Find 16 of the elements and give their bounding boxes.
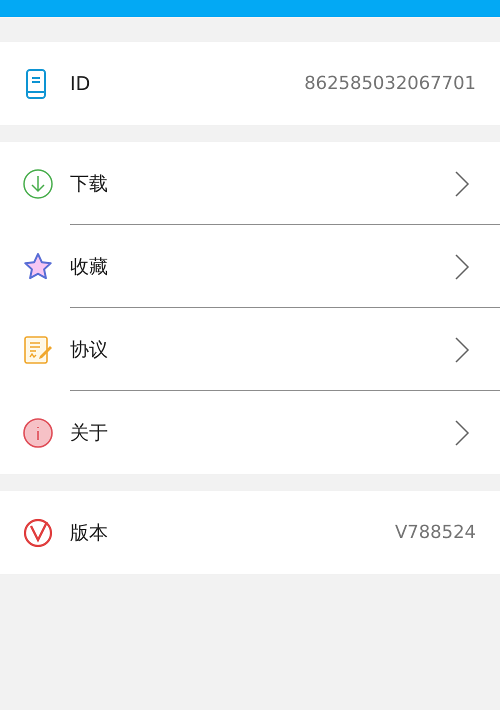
item-value: 862585032067701 <box>304 73 476 94</box>
version-icon <box>22 516 54 548</box>
item-label: 收藏 <box>70 254 109 280</box>
item-label: 下载 <box>70 172 109 196</box>
item-value: V788524 <box>394 522 476 543</box>
info-icon <box>22 416 54 448</box>
list-item[interactable]: 下载 <box>0 142 500 225</box>
list-item[interactable]: 关于 <box>0 391 500 474</box>
item-label: 版本 <box>70 520 109 546</box>
list-item[interactable]: 收藏 <box>0 225 500 308</box>
list-item[interactable]: 协议 <box>0 308 500 391</box>
item-label: 关于 <box>70 420 109 446</box>
document-icon <box>22 334 54 366</box>
item-label: 协议 <box>70 338 109 362</box>
item-label: ID <box>70 72 92 94</box>
download-icon <box>22 168 54 200</box>
